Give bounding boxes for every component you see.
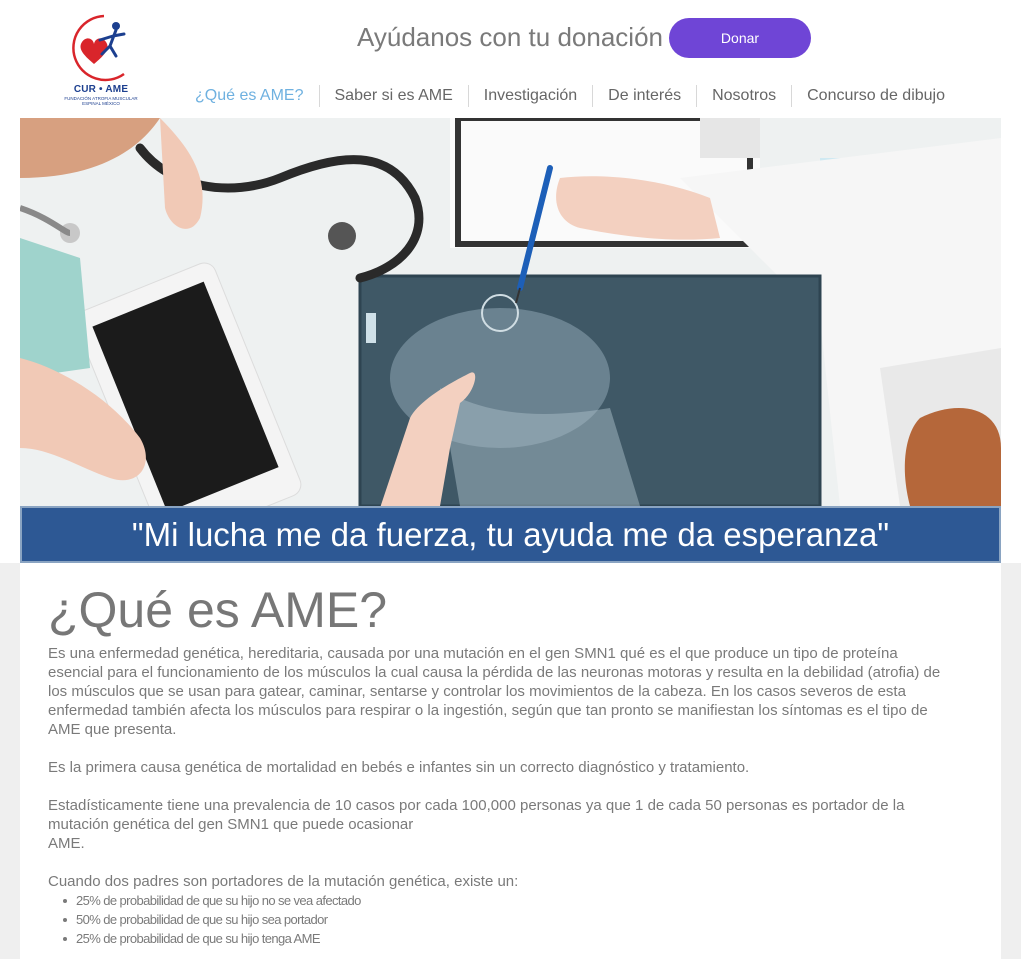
parents-paragraph: Cuando dos padres son portadores de la m… — [48, 873, 519, 890]
mortality-paragraph: Es la primera causa genética de mortalid… — [48, 759, 750, 776]
donate-button[interactable]: Donar — [669, 18, 811, 58]
site-header: CUR • AME FUNDACIÓN ATROFIA MUSCULAR ESP… — [0, 0, 1021, 118]
logo-heart-icon — [72, 14, 126, 82]
logo-wordmark: CUR • AME — [73, 84, 129, 95]
list-item: 50% de probabilidad de que su hijo sea p… — [48, 910, 361, 929]
page-background-left — [0, 563, 20, 959]
list-item: 25% de probabilidad de que su hijo tenga… — [48, 929, 361, 948]
logo-subtitle: FUNDACIÓN ATROFIA MUSCULAR ESPINAL MÉXIC… — [64, 96, 138, 106]
statistics-paragraph: Estadísticamente tiene una prevalencia d… — [48, 797, 905, 852]
page-title: ¿Qué es AME? — [48, 582, 388, 638]
nav-item-concurso-de-dibujo[interactable]: Concurso de dibujo — [791, 85, 960, 107]
nav-item-de-interes[interactable]: De interés — [592, 85, 696, 107]
doctors-xray-illustration — [20, 118, 1001, 506]
hero-image — [20, 118, 1001, 506]
nav-item-que-es-ame[interactable]: ¿Qué es AME? — [180, 85, 319, 107]
nav-item-saber-si-es-ame[interactable]: Saber si es AME — [318, 85, 468, 107]
intro-paragraph: Es una enfermedad genética, hereditaria,… — [48, 645, 941, 738]
main-nav: ¿Qué es AME? Saber si es AME Investigaci… — [180, 85, 960, 107]
donation-prompt: Ayúdanos con tu donación — [357, 22, 663, 52]
nav-item-investigacion[interactable]: Investigación — [467, 85, 592, 107]
site-logo[interactable]: CUR • AME FUNDACIÓN ATROFIA MUSCULAR ESP… — [64, 12, 138, 110]
probability-list: 25% de probabilidad de que su hijo no se… — [48, 891, 361, 948]
nav-item-nosotros[interactable]: Nosotros — [696, 85, 791, 107]
quote-banner: "Mi lucha me da fuerza, tu ayuda me da e… — [20, 506, 1001, 563]
page-background-right — [1001, 563, 1021, 959]
list-item: 25% de probabilidad de que su hijo no se… — [48, 891, 361, 910]
